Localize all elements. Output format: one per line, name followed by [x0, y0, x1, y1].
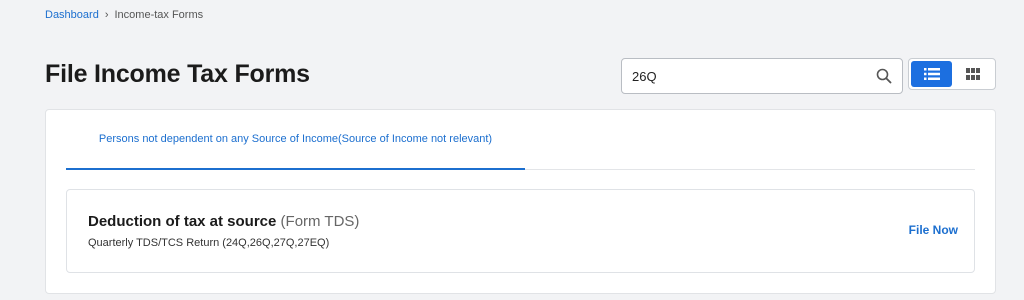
list-icon — [923, 68, 940, 80]
search-box — [621, 58, 903, 94]
file-now-link[interactable]: File Now — [909, 223, 958, 237]
search-input[interactable] — [632, 68, 876, 84]
form-item-tds: Deduction of tax at source (Form TDS) Qu… — [66, 189, 975, 273]
form-code: (Form TDS) — [280, 213, 360, 230]
grid-view-button[interactable] — [952, 61, 993, 87]
form-title: Deduction of tax at source (Form TDS) — [88, 213, 359, 230]
breadcrumb: Dashboard › Income-tax Forms — [45, 9, 203, 21]
grid-icon — [965, 68, 980, 80]
form-title-text: Deduction of tax at source — [88, 213, 277, 230]
form-description: Quarterly TDS/TCS Return (24Q,26Q,27Q,27… — [88, 237, 330, 249]
view-toggle — [908, 58, 996, 90]
breadcrumb-separator: › — [104, 9, 109, 21]
page-title: File Income Tax Forms — [45, 60, 310, 88]
tab-source-not-relevant[interactable]: Persons not dependent on any Source of I… — [66, 110, 525, 170]
forms-card: Persons not dependent on any Source of I… — [45, 109, 996, 294]
list-view-button[interactable] — [911, 61, 952, 87]
search-icon[interactable] — [876, 68, 892, 84]
breadcrumb-current: Income-tax Forms — [114, 9, 204, 21]
breadcrumb-dashboard-link[interactable]: Dashboard — [45, 9, 99, 21]
tab-bar: Persons not dependent on any Source of I… — [66, 110, 975, 170]
